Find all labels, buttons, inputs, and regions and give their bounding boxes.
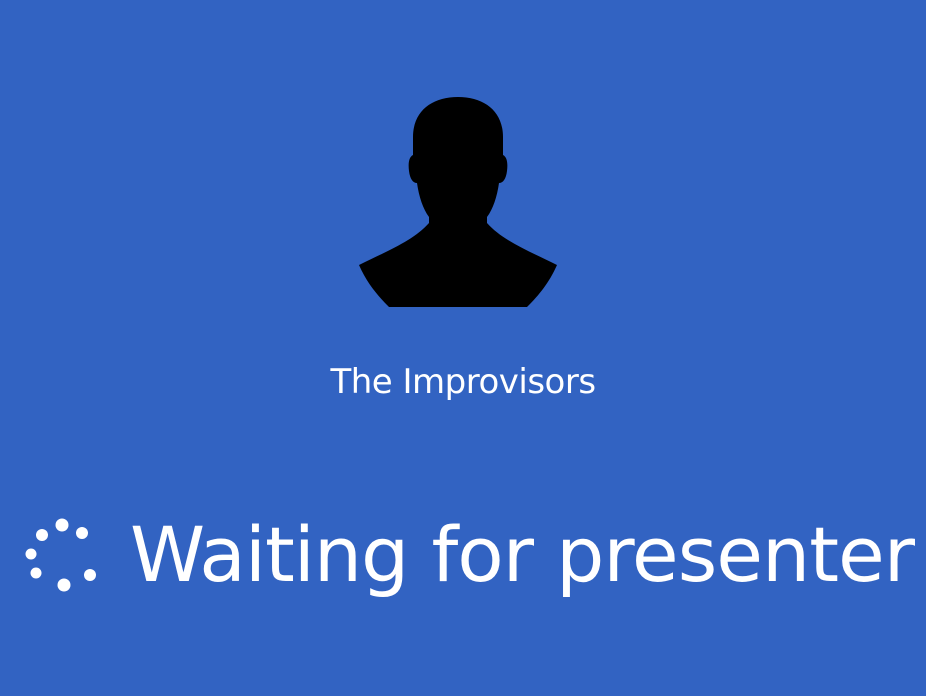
- presenter-name: The Improvisors: [330, 362, 596, 402]
- waiting-status: Waiting for presenter: [24, 505, 915, 605]
- loading-spinner-icon: [25, 518, 96, 592]
- waiting-screen: The Improvisors Waiting for presenter: [0, 0, 926, 696]
- waiting-message: Waiting for presenter: [130, 510, 915, 599]
- person-silhouette-icon: [359, 97, 557, 307]
